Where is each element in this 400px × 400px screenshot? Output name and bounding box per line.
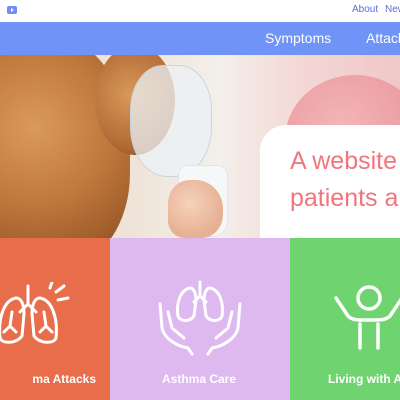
hand <box>168 180 223 238</box>
youtube-icon[interactable] <box>7 6 17 14</box>
nav-item-attacks[interactable]: Attack <box>366 30 400 46</box>
hands-lungs-icon <box>158 280 242 356</box>
top-utility-bar: About New <box>0 0 400 22</box>
nav-item-symptoms[interactable]: Symptoms <box>265 30 331 46</box>
tile-label: Asthma Care <box>162 372 237 386</box>
hero-headline-line-2: patients a <box>290 184 399 212</box>
nebulizer-mask <box>130 65 212 177</box>
main-nav: Symptoms Attack <box>0 22 400 55</box>
hero-headline-line-1: A website <box>290 147 398 175</box>
lungs-icon <box>0 282 70 344</box>
tile-living-with-asthma[interactable]: Living with As <box>290 238 400 400</box>
tile-label: ma Attacks <box>32 372 96 386</box>
person-arms-raised-icon <box>334 285 400 350</box>
news-link[interactable]: New <box>385 4 400 15</box>
tile-asthma-attacks[interactable]: ma Attacks <box>0 238 110 400</box>
hero-banner: A website patients a <box>0 55 400 238</box>
about-link[interactable]: About <box>352 4 378 15</box>
tile-asthma-care[interactable]: Asthma Care <box>110 238 290 400</box>
hero-headline: A website patients a <box>290 143 400 217</box>
tile-label: Living with As <box>328 372 400 386</box>
